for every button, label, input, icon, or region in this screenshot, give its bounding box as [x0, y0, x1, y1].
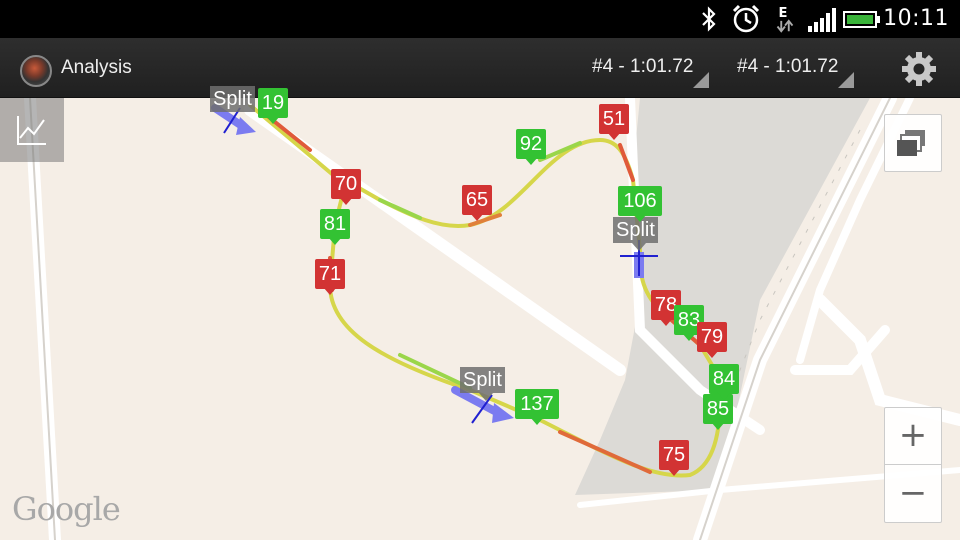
speed-marker-92[interactable]: 92 — [516, 129, 546, 167]
speed-marker-value: 92 — [516, 129, 546, 159]
map-attribution: Google — [12, 490, 121, 528]
bluetooth-icon — [702, 6, 716, 32]
speed-marker-84[interactable]: 84 — [709, 364, 739, 402]
layers-button[interactable] — [884, 114, 942, 172]
speed-marker-137[interactable]: 137 — [515, 389, 559, 427]
lap-selector-secondary[interactable]: #4 - 1:01.72 — [737, 56, 855, 88]
data-e-icon: E — [776, 6, 794, 33]
speed-marker-79[interactable]: 79 — [697, 322, 727, 360]
speed-marker-value: 84 — [709, 364, 739, 394]
zoom-controls: + − — [884, 407, 942, 523]
page-title: Analysis — [61, 57, 132, 78]
speed-marker-75[interactable]: 75 — [659, 440, 689, 478]
layers-icon — [897, 130, 925, 156]
chart-toggle-button[interactable] — [0, 98, 64, 162]
battery-icon — [843, 11, 880, 28]
lap-selector-primary[interactable]: #4 - 1:01.72 — [592, 56, 710, 88]
split-label-top: Split — [210, 86, 255, 112]
alarm-icon — [732, 4, 760, 33]
speed-marker-106[interactable]: 106 — [618, 186, 662, 224]
speed-marker-value: 79 — [697, 322, 727, 352]
split-label-mid: Split — [460, 367, 505, 393]
speed-marker-65[interactable]: 65 — [462, 185, 492, 223]
split-label-mid-tip — [479, 393, 493, 401]
speed-marker-71[interactable]: 71 — [315, 259, 345, 297]
zoom-out-button[interactable]: − — [885, 466, 941, 523]
signal-icon — [808, 8, 836, 32]
speed-marker-value: 65 — [462, 185, 492, 215]
speed-marker-value: 106 — [618, 186, 662, 216]
app-logo-icon[interactable] — [20, 55, 52, 87]
gear-icon[interactable] — [900, 50, 938, 88]
dropdown-indicator-icon — [838, 72, 855, 88]
speed-marker-81[interactable]: 81 — [320, 209, 350, 247]
svg-text:E: E — [778, 6, 787, 21]
action-bar: Analysis #4 - 1:01.72 #4 - 1:01.72 — [0, 38, 960, 98]
dropdown-indicator-icon — [693, 72, 710, 88]
speed-marker-value: 137 — [515, 389, 559, 419]
speed-marker-value: 70 — [331, 169, 361, 199]
speed-marker-value: 75 — [659, 440, 689, 470]
speed-marker-value: 71 — [315, 259, 345, 289]
speed-marker-70[interactable]: 70 — [331, 169, 361, 207]
clock: 10:11 — [883, 6, 949, 31]
speed-marker-value: 19 — [258, 88, 288, 118]
line-chart-icon — [17, 116, 46, 145]
split-label-right-tip — [632, 243, 646, 251]
status-bar: E 10:11 — [0, 0, 960, 38]
speed-marker-19[interactable]: 19 — [258, 88, 288, 126]
zoom-in-button[interactable]: + — [885, 408, 941, 465]
speed-marker-value: 51 — [599, 104, 629, 134]
speed-marker-51[interactable]: 51 — [599, 104, 629, 142]
lap-selector-primary-label: #4 - 1:01.72 — [592, 56, 694, 77]
speed-marker-value: 81 — [320, 209, 350, 239]
map-view[interactable] — [0, 98, 960, 540]
map-base — [24, 98, 960, 540]
lap-selector-secondary-label: #4 - 1:01.72 — [737, 56, 839, 77]
